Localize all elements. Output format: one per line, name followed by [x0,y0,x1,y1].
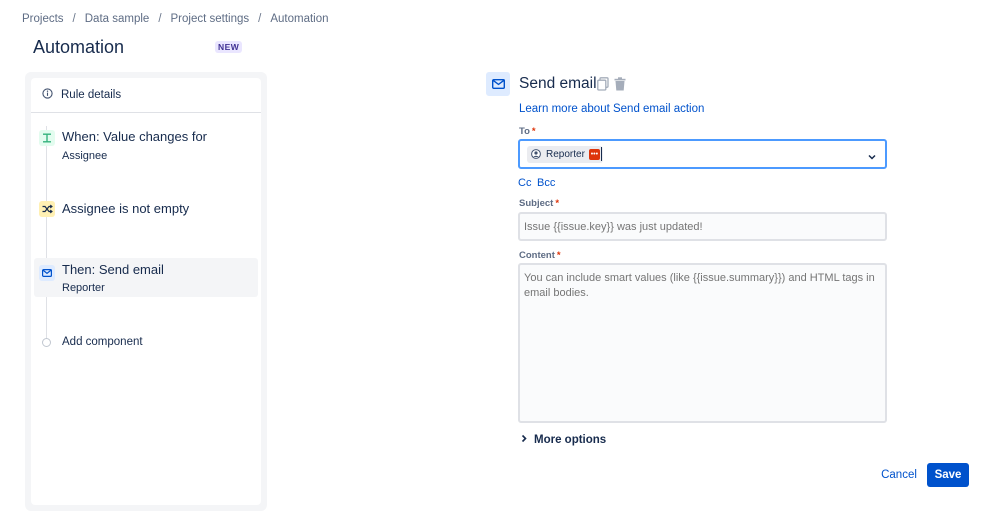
subject-input[interactable] [518,212,887,241]
to-recipients-select[interactable]: Reporter ••• [518,139,887,169]
cancel-button[interactable]: Cancel [875,463,923,487]
content-textarea[interactable] [518,263,887,423]
breadcrumb-separator: / [72,13,76,25]
step-subtitle: Reporter [62,282,105,294]
subject-label: Subject * [519,198,559,209]
step-trigger[interactable]: When: Value changes for Assignee [31,128,261,168]
breadcrumb-automation[interactable]: Automation [270,13,328,25]
step-title: When: Value changes for [62,129,208,144]
shuffle-icon [39,201,55,217]
save-button[interactable]: Save [927,463,969,487]
breadcrumb-separator: / [158,13,162,25]
to-label: To * [519,126,536,137]
step-subtitle: Assignee [62,150,108,162]
more-icon[interactable]: ••• [588,149,600,160]
info-icon [42,86,53,104]
breadcrumb-project-settings[interactable]: Project settings [171,13,250,25]
reporter-chip: Reporter ••• [527,146,603,163]
step-title: Assignee is not empty [62,201,190,216]
copy-icon[interactable] [597,77,609,96]
rule-components-list: Rule details When: Value changes for Ass… [31,78,261,505]
content-label-text: Content [519,250,555,261]
page-title: Automation [33,37,125,57]
required-marker: * [556,250,561,261]
trash-icon[interactable] [614,77,626,96]
user-avatar-icon [531,146,541,164]
rule-panel: Rule details When: Value changes for Ass… [25,72,267,511]
content-label: Content * [519,250,561,261]
learn-more-link[interactable]: Learn more about Send email action [519,103,704,115]
breadcrumb-data-sample[interactable]: Data sample [85,13,150,25]
breadcrumb: Projects / Data sample / Project setting… [22,13,329,25]
rule-details-item[interactable]: Rule details [31,78,261,113]
subject-label-text: Subject [519,198,554,209]
more-options-toggle[interactable]: More options [520,434,606,446]
to-label-text: To [519,126,530,137]
breadcrumb-separator: / [258,13,262,25]
rule-details-label: Rule details [61,89,122,101]
mail-icon [486,72,510,96]
cc-link[interactable]: Cc [518,177,531,189]
required-marker: * [555,198,560,209]
step-action-send-email[interactable]: Then: Send email Reporter [31,262,261,298]
step-condition[interactable]: Assignee is not empty [31,200,261,222]
breadcrumb-projects[interactable]: Projects [22,13,64,25]
trigger-icon [39,130,55,146]
required-marker: * [531,126,536,137]
chip-label: Reporter [546,149,585,160]
new-badge: NEW [215,41,243,53]
chevron-down-icon[interactable] [867,149,877,167]
text-caret [601,147,602,161]
add-component-dot [42,338,51,347]
chevron-right-icon [520,434,528,446]
step-title: Then: Send email [62,262,164,277]
bcc-link[interactable]: Bcc [537,177,555,189]
add-component-link[interactable]: Add component [62,336,143,348]
more-options-label: More options [534,434,607,446]
mail-icon [39,265,55,281]
action-title: Send email [519,75,597,92]
